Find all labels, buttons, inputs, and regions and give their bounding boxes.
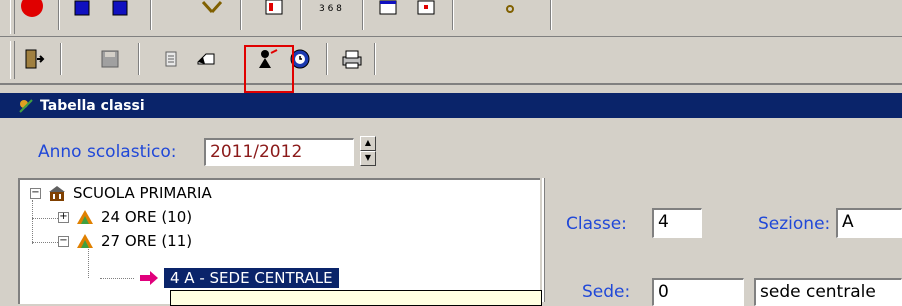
- document-icon[interactable]: [156, 43, 188, 75]
- tree-label-24ore: 24 ORE (10): [101, 208, 193, 226]
- sezione-field[interactable]: A: [836, 208, 902, 238]
- printer-icon[interactable]: [336, 43, 368, 75]
- stop-icon[interactable]: [16, 0, 48, 22]
- window-red-icon[interactable]: [410, 0, 442, 24]
- year-spinner[interactable]: ▲ ▼: [360, 136, 376, 168]
- year-field[interactable]: 2011/2012: [204, 138, 354, 166]
- highlight-box: [244, 45, 294, 93]
- toolbar-main: [0, 37, 902, 85]
- group-icon-2: [77, 234, 93, 248]
- toolbar-grip[interactable]: [10, 0, 15, 34]
- window-title: Tabella classi: [40, 97, 145, 114]
- tools-icon[interactable]: [196, 0, 228, 24]
- tree-label-selected: 4 A - SEDE CENTRALE: [164, 268, 339, 288]
- collapse-icon-2[interactable]: −: [58, 235, 69, 247]
- tree-label-root: SCUOLA PRIMARIA: [73, 184, 212, 202]
- tree-label-27ore: 27 ORE (11): [101, 232, 193, 250]
- toolbar-grip-2[interactable]: [10, 41, 15, 79]
- blue-square-icon-2[interactable]: [104, 0, 136, 24]
- group-icon: [77, 210, 93, 224]
- window-titlebar: Tabella classi: [0, 93, 902, 118]
- tree-node-24ore[interactable]: + 24 ORE (10): [58, 208, 192, 226]
- key-icon[interactable]: [494, 0, 526, 24]
- tree-node-27ore[interactable]: − 27 ORE (11): [58, 232, 192, 250]
- sezione-label: Sezione:: [758, 214, 831, 234]
- sede-label: Sede:: [582, 282, 631, 302]
- classe-field[interactable]: 4: [652, 208, 702, 238]
- arrow-right-icon: [140, 271, 158, 285]
- blue-square-icon[interactable]: [66, 0, 98, 24]
- tree-node-selected[interactable]: 4 A - SEDE CENTRALE: [138, 268, 339, 288]
- toolbar-top: 3 6 8: [0, 0, 902, 37]
- window-icon[interactable]: [372, 0, 404, 24]
- eraser-icon[interactable]: [190, 43, 222, 75]
- spin-up-icon[interactable]: ▲: [360, 136, 376, 151]
- collapse-icon[interactable]: −: [30, 187, 41, 199]
- exit-door-icon[interactable]: [18, 43, 50, 75]
- svg-text:3 6 8: 3 6 8: [319, 4, 342, 14]
- save-disk-icon[interactable]: [94, 43, 126, 75]
- expand-icon[interactable]: +: [58, 211, 69, 223]
- tooltip: [170, 290, 542, 306]
- school-building-icon: [49, 186, 65, 201]
- app-icon: [19, 98, 33, 113]
- classe-label: Classe:: [566, 214, 627, 234]
- numbers-icon[interactable]: 3 6 8: [316, 0, 348, 24]
- tree-node-root[interactable]: − SCUOLA PRIMARIA: [30, 184, 212, 202]
- year-label: Anno scolastico:: [38, 142, 177, 162]
- spin-down-icon[interactable]: ▼: [360, 151, 376, 166]
- calendar-icon[interactable]: [258, 0, 290, 24]
- class-tree[interactable]: − SCUOLA PRIMARIA + 24 ORE (10) − 27 ORE…: [18, 178, 542, 306]
